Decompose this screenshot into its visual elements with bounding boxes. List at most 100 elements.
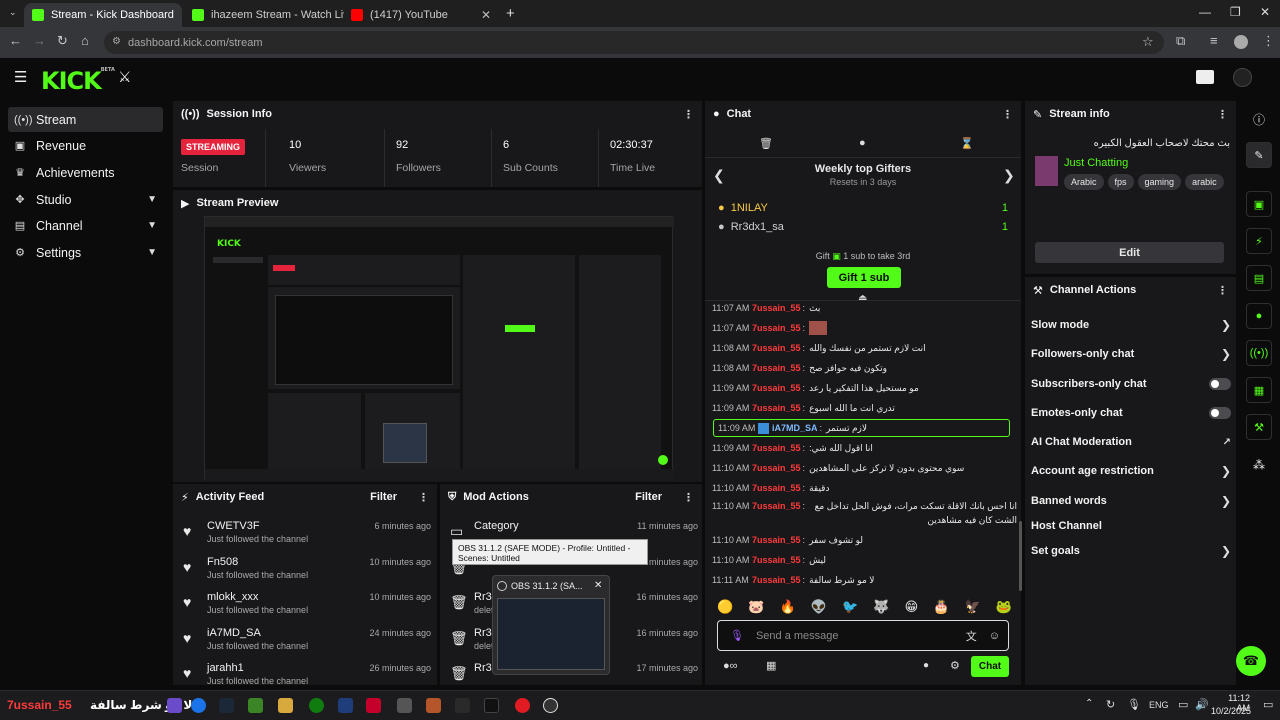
- kick-logo[interactable]: KICKBETA: [41, 67, 115, 95]
- sidebar-item-achievements[interactable]: ♛ Achievements: [8, 160, 163, 185]
- app-icon[interactable]: [167, 698, 182, 713]
- action-ai-moderation[interactable]: AI Chat Moderation ↗: [1031, 431, 1231, 453]
- app-icon[interactable]: [426, 698, 441, 713]
- action-emotes-only[interactable]: Emotes-only chat: [1031, 402, 1231, 424]
- action-slow-mode[interactable]: Slow mode ❯: [1031, 314, 1231, 336]
- action-host-channel[interactable]: Host Channel: [1031, 515, 1231, 537]
- app-icon[interactable]: [455, 698, 470, 713]
- emote-icon[interactable]: 🔥: [780, 599, 796, 617]
- emote-icon[interactable]: 🐦: [842, 599, 858, 617]
- emote-icon[interactable]: 👽: [811, 599, 827, 617]
- minecraft-icon[interactable]: [248, 698, 263, 713]
- stream-preview-video[interactable]: KICK: [204, 216, 674, 481]
- epic-games-icon[interactable]: [484, 698, 499, 713]
- chevron-up-icon[interactable]: ⌃: [1085, 698, 1093, 709]
- chat-scrollbar[interactable]: [1019, 521, 1022, 591]
- emote-icon[interactable]: 🐸: [996, 599, 1012, 617]
- close-tab-icon[interactable]: ✕: [181, 8, 182, 22]
- bookmark-star-icon[interactable]: ☆: [1142, 34, 1154, 50]
- emotes-only-toggle[interactable]: [1209, 407, 1231, 419]
- filter-button[interactable]: Filter: [635, 491, 662, 503]
- kebab-menu-icon[interactable]: ⋮: [418, 491, 429, 504]
- home-icon[interactable]: ⌂: [81, 33, 89, 48]
- url-field[interactable]: ⚙ dashboard.kick.com/stream: [104, 31, 1164, 54]
- kebab-menu-icon[interactable]: ⋮: [1002, 108, 1013, 121]
- tab-kick-watch[interactable]: ihazeem Stream - Watch Live o ✕: [184, 3, 344, 27]
- add-widget-icon[interactable]: ⁂: [1253, 458, 1265, 472]
- sidebar-item-stream[interactable]: ((•)) Stream: [8, 107, 163, 132]
- site-info-icon[interactable]: ⚙: [112, 36, 121, 47]
- kebab-menu-icon[interactable]: ⋮: [683, 108, 694, 121]
- points-icon[interactable]: ●∞: [723, 660, 738, 672]
- store-icon[interactable]: ▦: [766, 659, 776, 672]
- profile-avatar[interactable]: [1234, 35, 1248, 49]
- chat-bubble-icon[interactable]: ●: [923, 660, 929, 671]
- kebab-menu-icon[interactable]: ⋮: [683, 491, 694, 504]
- sword-icon[interactable]: ⚔: [118, 68, 131, 86]
- subscribers-only-toggle[interactable]: [1209, 378, 1231, 390]
- wrench-icon[interactable]: ⚒: [1246, 414, 1272, 440]
- app-icon[interactable]: [278, 698, 293, 713]
- chat-bubble-icon[interactable]: ●: [1246, 303, 1272, 329]
- microphone-icon[interactable]: 🎙: [730, 629, 744, 642]
- tab-youtube[interactable]: (1417) YouTube ✕: [343, 3, 499, 27]
- new-tab-icon[interactable]: +: [506, 5, 515, 22]
- close-tab-icon[interactable]: ✕: [481, 8, 491, 22]
- back-icon[interactable]: ←: [9, 33, 22, 48]
- minimize-icon[interactable]: —: [1199, 5, 1211, 19]
- maximize-icon[interactable]: ❐: [1230, 5, 1241, 19]
- send-chat-button[interactable]: Chat: [971, 656, 1009, 677]
- emote-icon[interactable]: 🦅: [965, 599, 981, 617]
- language-indicator[interactable]: ENG: [1149, 700, 1169, 710]
- emote-icon[interactable]: 🎂: [933, 599, 949, 617]
- user-avatar[interactable]: [1233, 68, 1252, 87]
- emote-icon[interactable]: 🐺: [873, 599, 889, 617]
- action-subscribers-only[interactable]: Subscribers-only chat: [1031, 373, 1231, 395]
- lightning-icon[interactable]: ⚡: [1246, 228, 1272, 254]
- sidebar-item-channel[interactable]: ▤ Channel ▼: [8, 213, 163, 238]
- monitor-icon[interactable]: ▭: [1178, 698, 1188, 711]
- close-icon[interactable]: ✕: [594, 580, 602, 591]
- reload-icon[interactable]: ↻: [57, 33, 68, 49]
- category-name[interactable]: Just Chatting: [1064, 157, 1128, 169]
- action-followers-only[interactable]: Followers-only chat ❯: [1031, 343, 1231, 365]
- clock-date[interactable]: 10/2/2025: [1211, 706, 1251, 716]
- gift-sub-button[interactable]: Gift 1 sub: [827, 267, 901, 288]
- extensions-icon[interactable]: ⧉: [1176, 33, 1185, 49]
- action-banned-words[interactable]: Banned words ❯: [1031, 490, 1231, 512]
- sidebar-item-revenue[interactable]: ▣ Revenue: [8, 133, 163, 158]
- app-icon[interactable]: [338, 698, 353, 713]
- emote-icon[interactable]: 🟡: [717, 599, 733, 617]
- xbox-icon[interactable]: [309, 698, 324, 713]
- kebab-menu-icon[interactable]: ⋮: [1217, 284, 1228, 297]
- chat-mod-icon[interactable]: ▣: [1246, 191, 1272, 217]
- chat-bubble-icon[interactable]: ●: [859, 137, 866, 149]
- hourglass-icon[interactable]: ⌛: [960, 137, 974, 150]
- sidebar-item-studio[interactable]: ✥ Studio ▼: [8, 187, 163, 212]
- forward-icon[interactable]: →: [33, 33, 46, 48]
- sidebar-item-settings[interactable]: ⚙ Settings ▼: [8, 240, 163, 265]
- tab-list-icon[interactable]: ⌄: [9, 7, 17, 18]
- app-icon[interactable]: [515, 698, 530, 713]
- media-icon[interactable]: ≡: [1210, 33, 1218, 48]
- chat-input[interactable]: Send a message: [756, 630, 839, 642]
- action-account-age[interactable]: Account age restriction ❯: [1031, 460, 1231, 482]
- browser-menu-icon[interactable]: ⋮: [1262, 33, 1275, 49]
- action-set-goals[interactable]: Set goals ❯: [1031, 540, 1231, 562]
- info-icon[interactable]: ⓘ: [1253, 111, 1265, 128]
- emote-icon[interactable]: 😁: [905, 599, 919, 617]
- broadcast-icon[interactable]: ((•)): [1246, 340, 1272, 366]
- edit-button[interactable]: Edit: [1035, 242, 1224, 263]
- chat-input-box[interactable]: 🎙 Send a message 文 ☺: [717, 620, 1009, 651]
- clipboard-icon[interactable]: ▤: [1246, 265, 1272, 291]
- app-icon[interactable]: [397, 698, 412, 713]
- emoji-icon[interactable]: ☺: [989, 630, 1000, 642]
- trash-icon[interactable]: 🗑: [759, 137, 773, 150]
- emote-icon[interactable]: 🐷: [748, 599, 764, 617]
- kick-creator-icon[interactable]: [1196, 70, 1214, 84]
- notification-icon[interactable]: ▭: [1263, 698, 1273, 711]
- obs-icon[interactable]: [543, 698, 558, 713]
- chrome-icon[interactable]: [191, 698, 206, 713]
- steam-icon[interactable]: [219, 698, 234, 713]
- hamburger-menu-icon[interactable]: ☰: [14, 68, 27, 86]
